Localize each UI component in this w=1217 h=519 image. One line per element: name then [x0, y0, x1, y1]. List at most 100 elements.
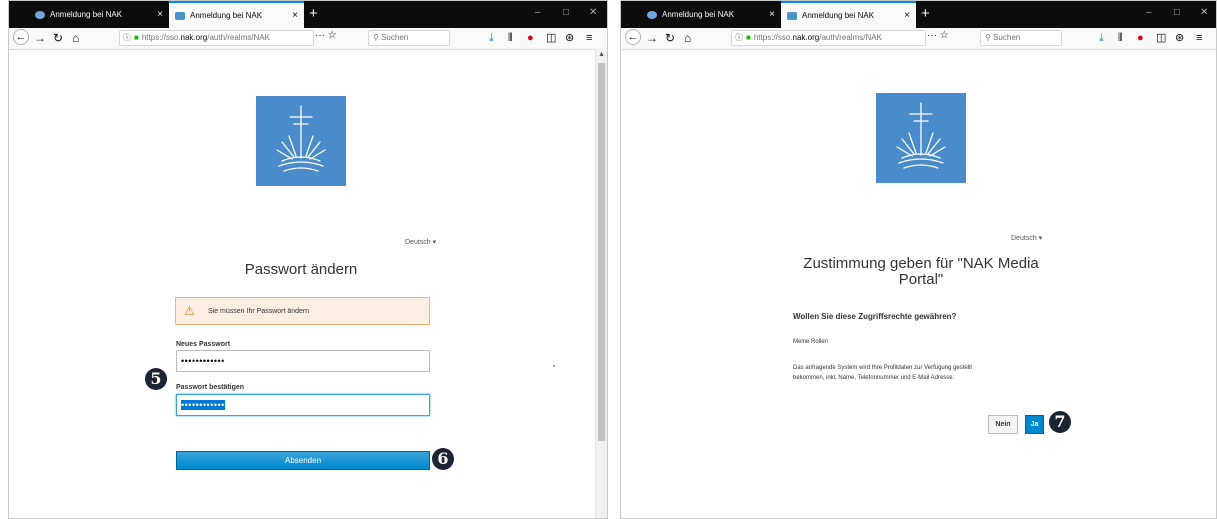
minimize-button[interactable]: –: [535, 7, 541, 18]
tab-close-icon[interactable]: ×: [904, 10, 910, 21]
new-password-field[interactable]: ••••••••••••: [176, 350, 430, 372]
browser-window-left: Anmeldung bei NAK × Anmeldung bei NAK × …: [8, 0, 608, 519]
page-actions-icon[interactable]: ··· ☆: [927, 30, 949, 41]
step-marker-7: 7: [1049, 411, 1071, 433]
consent-info-line2: bekommen, inkl. Name, Telefonnummer und …: [793, 375, 955, 381]
submit-button[interactable]: Absenden: [176, 451, 430, 470]
search-icon: ⚲: [373, 33, 382, 42]
alert-message: Sie müssen Ihr Passwort ändern: [208, 307, 310, 315]
maximize-button[interactable]: □: [563, 7, 569, 18]
url-prefix: https://sso.: [141, 33, 181, 42]
tab-bar: Anmeldung bei NAK × Anmeldung bei NAK × …: [9, 1, 607, 28]
info-icon[interactable]: ⓘ: [123, 33, 131, 42]
sidebar-icon[interactable]: ◫: [546, 31, 556, 45]
tab-close-icon[interactable]: ×: [769, 9, 775, 20]
reload-icon[interactable]: ↻: [665, 31, 675, 45]
search-icon: ⚲: [985, 33, 994, 42]
page-title: Passwort ändern: [244, 261, 358, 278]
search-bar[interactable]: ⚲ Suchen: [368, 30, 450, 46]
account-icon[interactable]: ⊛: [565, 31, 574, 45]
language-select[interactable]: Deutsch ▾: [1011, 234, 1042, 242]
page-title-line2: Portal": [898, 271, 944, 288]
deny-button[interactable]: Nein: [988, 415, 1018, 434]
tab-bar: Anmeldung bei NAK × Anmeldung bei NAK × …: [621, 1, 1216, 28]
download-icon[interactable]: ⤓: [489, 31, 494, 45]
url-bar[interactable]: ⓘ ■ https://sso.nak.org/auth/realms/NAK: [119, 30, 314, 46]
forward-icon[interactable]: →: [646, 31, 658, 45]
consent-question: Wollen Sie diese Zugriffsrechte gewähren…: [793, 312, 957, 321]
url-host: nak.org: [792, 33, 820, 42]
step-marker-6: 6: [432, 448, 454, 470]
sidebar-icon[interactable]: ◫: [1156, 31, 1166, 45]
info-icon[interactable]: ⓘ: [735, 33, 743, 42]
nak-logo-graphic: [896, 102, 946, 169]
warning-alert: ⚠ Sie müssen Ihr Passwort ändern: [175, 297, 430, 325]
tab-active[interactable]: Anmeldung bei NAK ×: [781, 1, 916, 28]
browser-window-right: Anmeldung bei NAK × Anmeldung bei NAK × …: [620, 0, 1217, 519]
url-path: /auth/realms/NAK: [819, 33, 882, 42]
tab-active[interactable]: Anmeldung bei NAK ×: [169, 1, 304, 28]
nak-logo: [256, 96, 346, 186]
confirm-password-field[interactable]: ••••••••••••: [176, 394, 430, 416]
shield-icon[interactable]: ●: [1137, 31, 1144, 45]
search-placeholder: Suchen: [381, 33, 409, 42]
url-path: /auth/realms/NAK: [207, 33, 270, 42]
minimize-button[interactable]: –: [1146, 7, 1152, 18]
new-password-label: Neues Passwort: [176, 341, 231, 348]
back-icon[interactable]: ←: [625, 29, 641, 45]
scroll-thumb[interactable]: [598, 63, 605, 441]
nak-favicon-icon: [787, 11, 797, 20]
tab-close-icon[interactable]: ×: [157, 9, 163, 20]
reload-icon[interactable]: ↻: [53, 31, 63, 45]
library-icon[interactable]: ⫴: [1118, 31, 1123, 45]
accept-button[interactable]: Ja: [1025, 415, 1044, 434]
scroll-up-icon[interactable]: ▲: [598, 51, 605, 58]
close-window-button[interactable]: ✕: [589, 7, 597, 18]
download-icon[interactable]: ⤓: [1099, 31, 1104, 45]
tab-inactive[interactable]: Anmeldung bei NAK ×: [641, 1, 781, 28]
step-marker-5: 5: [145, 368, 167, 390]
back-icon[interactable]: ←: [13, 29, 29, 45]
nak-logo-graphic: [276, 105, 326, 172]
account-icon[interactable]: ⊛: [1175, 31, 1184, 45]
lock-icon: ■: [746, 33, 751, 42]
lock-icon: ■: [134, 33, 139, 42]
page-title: Zustimmung geben für "NAK Media Portal": [771, 256, 1071, 288]
page-actions-icon[interactable]: ··· ☆: [315, 30, 337, 41]
search-placeholder: Suchen: [993, 33, 1021, 42]
url-prefix: https://sso.: [753, 33, 793, 42]
stray-dot: [553, 365, 555, 367]
roles-text: Meine Rollen: [793, 339, 829, 345]
tab-label: Anmeldung bei NAK: [802, 11, 875, 20]
confirm-password-label: Passwort bestätigen: [176, 384, 245, 391]
nak-favicon-icon: [35, 10, 45, 19]
tab-inactive[interactable]: Anmeldung bei NAK ×: [29, 1, 169, 28]
library-icon[interactable]: ⫴: [508, 31, 513, 45]
nak-logo: [876, 93, 966, 183]
nak-favicon-icon: [647, 10, 657, 19]
url-bar[interactable]: ⓘ ■ https://sso.nak.org/auth/realms/NAK: [731, 30, 926, 46]
close-window-button[interactable]: ✕: [1200, 7, 1208, 18]
consent-info: Das anfragende System wird Ihre Profilda…: [793, 363, 972, 383]
nav-toolbar: ← → ↻ ⌂ ⓘ ■ https://sso.nak.org/auth/realm…: [9, 28, 607, 50]
new-password-value: ••••••••••••: [181, 356, 225, 366]
forward-icon[interactable]: →: [34, 31, 46, 45]
maximize-button[interactable]: □: [1174, 7, 1180, 18]
tab-label: Anmeldung bei NAK: [50, 10, 123, 19]
new-tab-button[interactable]: +: [309, 5, 318, 22]
tab-label: Anmeldung bei NAK: [662, 10, 735, 19]
shield-icon[interactable]: ●: [527, 31, 534, 45]
language-select[interactable]: Deutsch ▾: [405, 238, 436, 246]
scrollbar[interactable]: ▲: [595, 49, 607, 518]
nak-favicon-icon: [175, 11, 185, 20]
menu-icon[interactable]: ≡: [1196, 31, 1202, 45]
menu-icon[interactable]: ≡: [586, 31, 592, 45]
search-bar[interactable]: ⚲ Suchen: [980, 30, 1062, 46]
tab-close-icon[interactable]: ×: [292, 10, 298, 21]
home-icon[interactable]: ⌂: [684, 31, 691, 45]
home-icon[interactable]: ⌂: [72, 31, 79, 45]
page-title-line1: Zustimmung geben für "NAK Media: [803, 255, 1039, 272]
tab-label: Anmeldung bei NAK: [190, 11, 263, 20]
url-host: nak.org: [180, 33, 208, 42]
new-tab-button[interactable]: +: [921, 5, 930, 22]
